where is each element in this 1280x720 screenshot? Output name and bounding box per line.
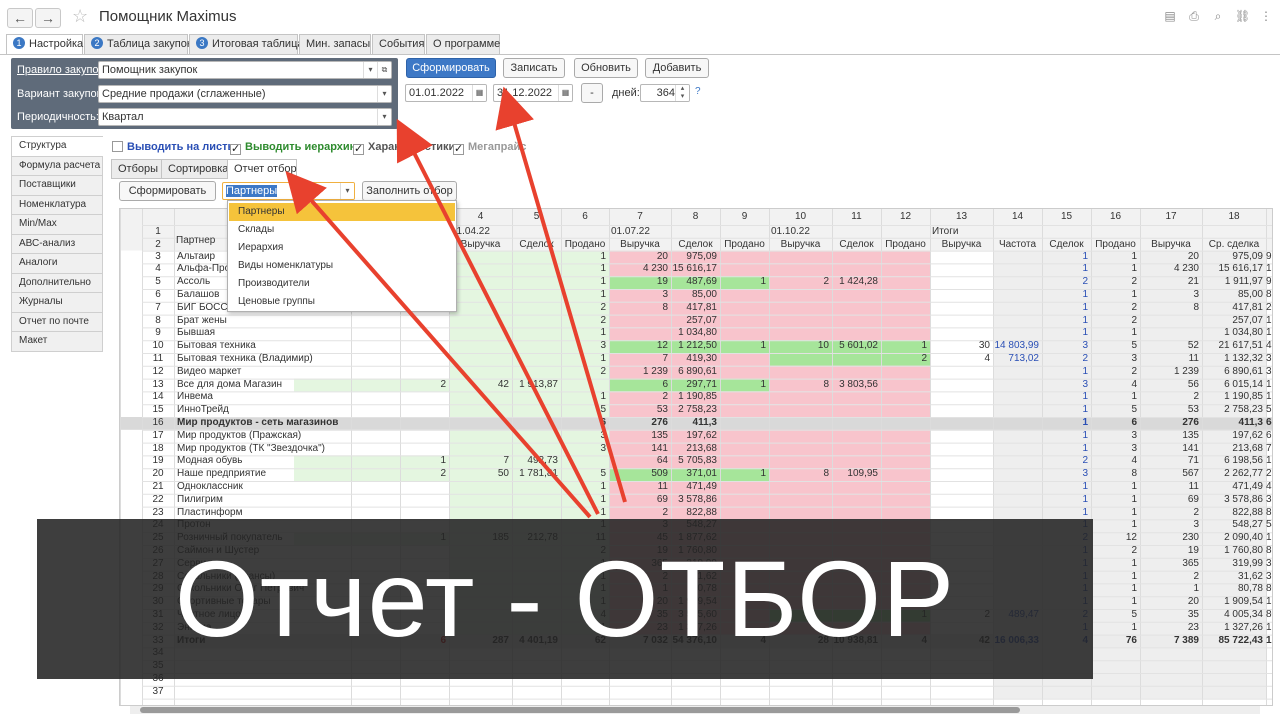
overlay-title: Отчет - ОТБОР — [174, 538, 956, 659]
title-overlay: Отчет - ОТБОР — [37, 519, 1093, 679]
scrollbar-thumb[interactable] — [140, 707, 1020, 713]
arrow-to-periodicity — [396, 118, 600, 515]
